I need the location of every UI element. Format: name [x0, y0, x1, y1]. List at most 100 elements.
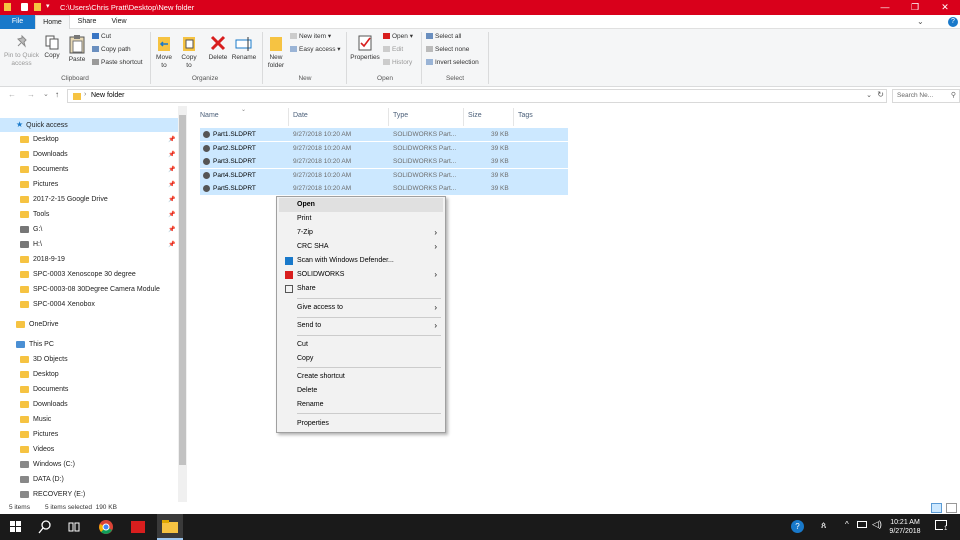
history-button[interactable]: History: [383, 58, 412, 68]
table-row[interactable]: Part5.SLDPRT 9/27/2018 10:20 AM SOLIDWORKS…: [200, 182, 568, 195]
pin-icon[interactable]: 📌: [168, 226, 175, 233]
forward-arrow-icon[interactable]: →: [27, 90, 35, 99]
table-row[interactable]: Part2.SLDPRT 9/27/2018 10:20 AM SOLIDWORKS…: [200, 141, 568, 155]
new-item-button[interactable]: New item ▾: [290, 32, 331, 42]
show-hidden-icons-icon[interactable]: ^: [845, 520, 849, 529]
help-tray-icon[interactable]: ?: [791, 520, 804, 533]
task-view-icon[interactable]: [66, 519, 82, 535]
expand-ribbon-icon[interactable]: ⌄: [917, 17, 924, 26]
table-row[interactable]: Part3.SLDPRT 9/27/2018 10:20 AM SOLIDWORKS…: [200, 155, 568, 168]
new-folder-qa-icon[interactable]: [34, 3, 41, 11]
address-dropdown-icon[interactable]: ⌄: [866, 91, 872, 99]
breadcrumb-current[interactable]: New folder: [91, 92, 124, 99]
solidworks-taskbar-icon[interactable]: [130, 519, 146, 535]
nav-pc-item[interactable]: Pictures: [20, 428, 58, 442]
menu-item-delete[interactable]: Delete: [279, 384, 443, 398]
nav-pc-item[interactable]: 3D Objects: [20, 353, 68, 367]
tab-share[interactable]: Share: [72, 15, 102, 29]
menu-item-cut[interactable]: Cut: [279, 338, 443, 352]
network-icon[interactable]: [857, 521, 867, 528]
back-arrow-icon[interactable]: ←: [8, 90, 16, 99]
nav-quick-item[interactable]: G:\: [20, 223, 42, 237]
column-header-type[interactable]: Type: [393, 112, 408, 119]
paste-shortcut-button[interactable]: Paste shortcut: [92, 58, 143, 68]
delete-button[interactable]: Delete: [206, 34, 230, 62]
people-icon[interactable]: ጰ: [821, 520, 826, 531]
invert-selection-button[interactable]: Invert selection: [426, 58, 479, 68]
search-icon[interactable]: [37, 519, 53, 535]
column-header-size[interactable]: Size: [468, 112, 482, 119]
up-arrow-icon[interactable]: ↑: [55, 90, 59, 99]
nav-this-pc[interactable]: This PC: [16, 338, 54, 352]
menu-item-crc-sha[interactable]: CRC SHA ›: [279, 240, 443, 254]
menu-item-copy[interactable]: Copy: [279, 352, 443, 366]
nav-quick-item[interactable]: SPC-0003 Xenoscope 30 degree: [20, 268, 136, 282]
nav-quick-item[interactable]: Documents: [20, 163, 68, 177]
pin-icon[interactable]: 📌: [168, 136, 175, 143]
column-divider[interactable]: [388, 108, 389, 126]
paste-button[interactable]: Paste: [66, 34, 88, 64]
column-header-date[interactable]: Date: [293, 112, 308, 119]
menu-item-open[interactable]: Open: [279, 198, 443, 212]
refresh-icon[interactable]: ↻: [877, 90, 884, 99]
edit-button[interactable]: Edit: [383, 45, 403, 55]
nav-quick-item[interactable]: H:\: [20, 238, 42, 252]
nav-quick-item[interactable]: Tools: [20, 208, 49, 222]
pin-to-quick-access-button[interactable]: Pin to Quick access: [3, 34, 40, 68]
nav-onedrive[interactable]: OneDrive: [16, 318, 59, 332]
pin-icon[interactable]: 📌: [168, 241, 175, 248]
details-view-icon[interactable]: [931, 503, 942, 513]
nav-quick-item[interactable]: 2018-9-19: [20, 253, 65, 267]
nav-pc-item[interactable]: Videos: [20, 443, 54, 457]
nav-quick-item[interactable]: Pictures: [20, 178, 58, 192]
column-divider[interactable]: [513, 108, 514, 126]
menu-item-give-access[interactable]: Give access to ›: [279, 301, 443, 315]
customize-qa-icon[interactable]: ▾: [46, 2, 50, 10]
tab-view[interactable]: View: [104, 15, 134, 29]
tab-file[interactable]: File: [0, 15, 35, 29]
nav-pc-item[interactable]: Documents: [20, 383, 68, 397]
column-header-name[interactable]: Name: [200, 112, 219, 119]
tab-home[interactable]: Home: [35, 15, 70, 29]
table-row[interactable]: Part4.SLDPRT 9/27/2018 10:20 AM SOLIDWORKS…: [200, 168, 568, 182]
nav-quick-item[interactable]: Downloads: [20, 148, 68, 162]
cut-button[interactable]: Cut: [92, 32, 111, 42]
help-button[interactable]: ?: [948, 17, 958, 27]
menu-item-share[interactable]: Share: [279, 282, 443, 296]
properties-qa-icon[interactable]: [21, 3, 28, 11]
column-divider[interactable]: [463, 108, 464, 126]
column-divider[interactable]: [288, 108, 289, 126]
clock[interactable]: 10:21 AM 9/27/2018: [880, 518, 930, 536]
table-row[interactable]: Part1.SLDPRT 9/27/2018 10:20 AM SOLIDWORKS…: [200, 128, 568, 141]
move-to-button[interactable]: Move to: [154, 34, 174, 70]
menu-item-7zip[interactable]: 7-Zip ›: [279, 226, 443, 240]
select-all-button[interactable]: Select all: [426, 32, 461, 42]
file-explorer-taskbar-button[interactable]: [157, 514, 183, 540]
nav-pc-item[interactable]: RECOVERY (E:): [20, 488, 85, 502]
properties-button[interactable]: Properties: [349, 34, 381, 62]
large-icons-view-icon[interactable]: [946, 503, 957, 513]
copy-to-button[interactable]: Copy to: [179, 34, 199, 70]
nav-quick-item[interactable]: SPC-0004 Xenobox: [20, 298, 95, 312]
rename-button[interactable]: Rename: [231, 34, 257, 62]
select-none-button[interactable]: Select none: [426, 45, 469, 55]
search-input[interactable]: Search Ne... ⚲: [892, 89, 960, 103]
new-folder-button[interactable]: New folder: [265, 34, 287, 70]
menu-item-print[interactable]: Print: [279, 212, 443, 226]
menu-item-rename[interactable]: Rename: [279, 398, 443, 412]
open-dropdown-button[interactable]: Open ▾: [383, 32, 413, 42]
nav-quick-item[interactable]: SPC-0003-08 30Degree Camera Module: [20, 283, 160, 297]
nav-pc-item[interactable]: Desktop: [20, 368, 59, 382]
minimize-button[interactable]: —: [870, 0, 900, 15]
pin-icon[interactable]: 📌: [168, 166, 175, 173]
windows-start-icon[interactable]: [8, 519, 24, 535]
menu-item-create-shortcut[interactable]: Create shortcut: [279, 370, 443, 384]
chrome-icon[interactable]: [98, 519, 114, 535]
easy-access-button[interactable]: Easy access ▾: [290, 45, 341, 55]
nav-quick-access[interactable]: ★ Quick access: [0, 118, 178, 132]
pin-icon[interactable]: 📌: [168, 151, 175, 158]
copy-button[interactable]: Copy: [42, 34, 62, 60]
menu-item-solidworks[interactable]: SOLIDWORKS ›: [279, 268, 443, 282]
nav-quick-item[interactable]: 2017-2-15 Google Drive: [20, 193, 108, 207]
address-input[interactable]: › New folder ⌄ ↻: [67, 89, 887, 103]
